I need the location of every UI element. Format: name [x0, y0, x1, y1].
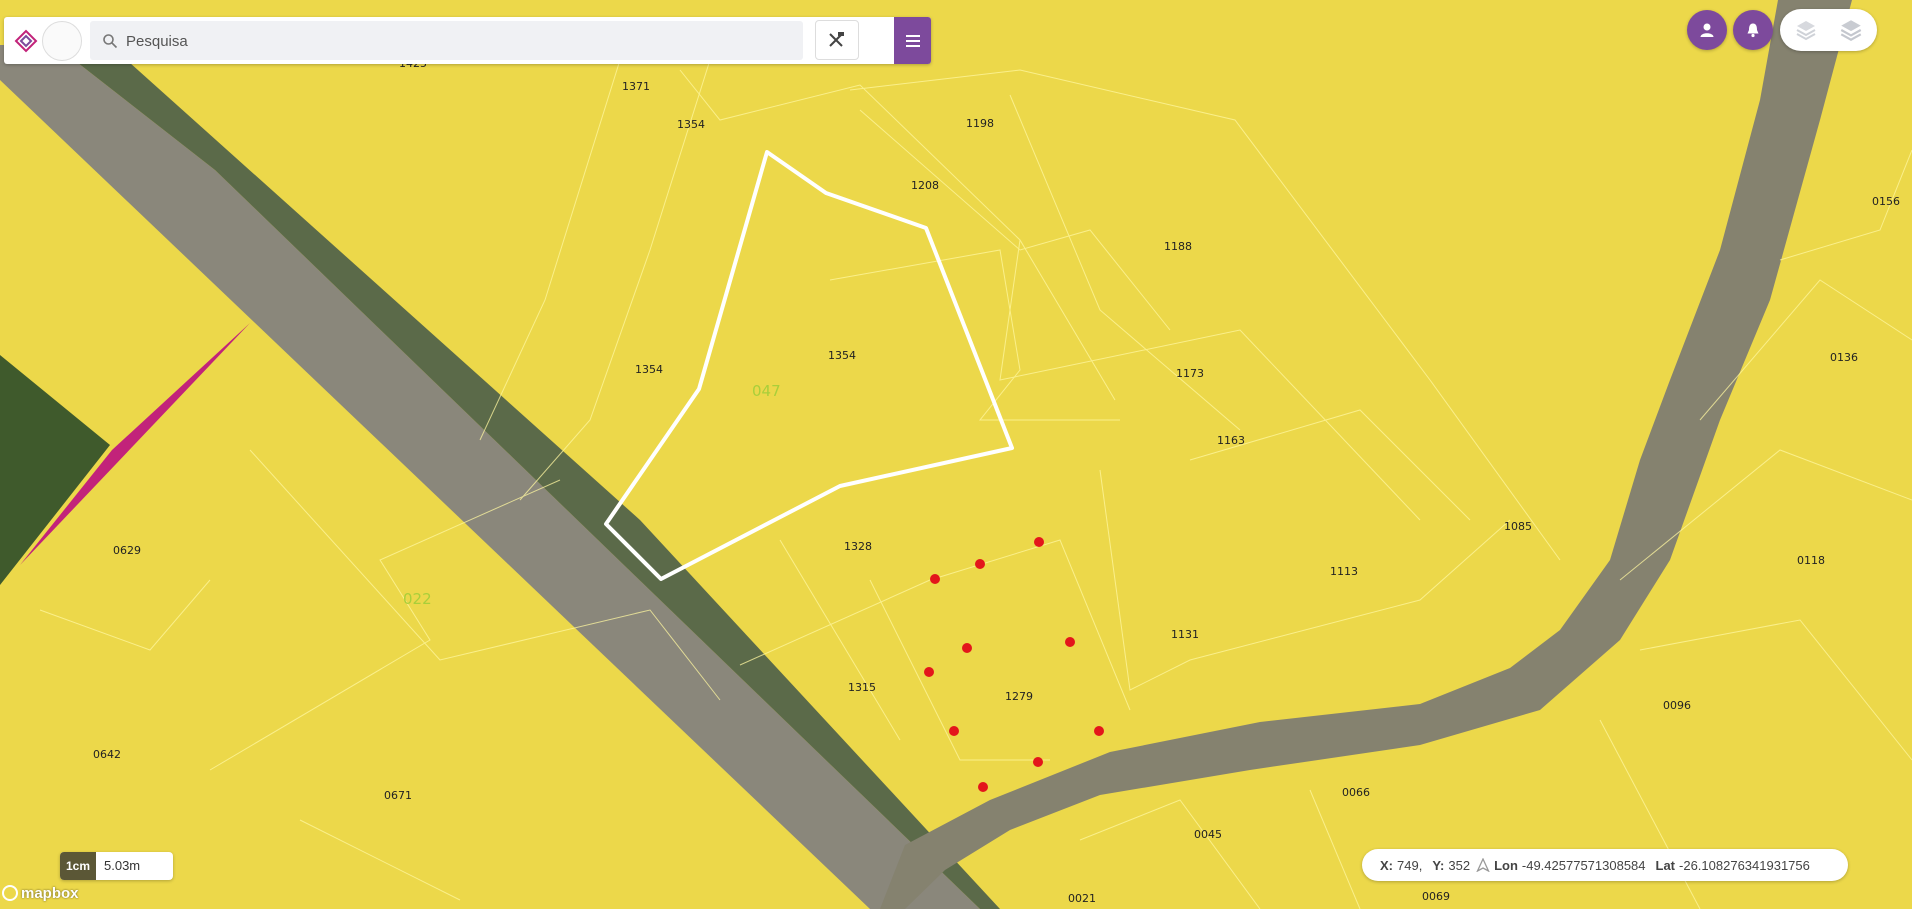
mapbox-logo[interactable]: mapbox [2, 883, 79, 903]
parcel-label: 0021 [1068, 892, 1096, 905]
parcel-label: 0118 [1797, 554, 1825, 567]
search-input[interactable] [124, 21, 788, 62]
north-arrow-icon [1476, 858, 1490, 872]
mapbox-icon [2, 885, 18, 901]
parcel-label: 0671 [384, 789, 412, 802]
parcel-label: 1113 [1330, 565, 1358, 578]
y-label: Y: [1432, 857, 1445, 873]
lon-value: -49.42577571308584 [1521, 857, 1646, 873]
top-toolbar [4, 17, 931, 64]
parcel-label: 1173 [1176, 367, 1204, 380]
tools-button[interactable] [815, 20, 859, 60]
layer-switcher [1780, 9, 1877, 51]
search-box [90, 21, 803, 62]
block-label: 047 [752, 382, 781, 400]
parcel-label: 1371 [622, 80, 650, 93]
x-label: X: [1380, 857, 1393, 873]
parcel-label: 0066 [1342, 786, 1370, 799]
parcel-label: 0045 [1194, 828, 1222, 841]
parcel-label: 0642 [93, 748, 121, 761]
lat-label: Lat [1655, 857, 1676, 873]
search-icon [103, 34, 118, 49]
parcel-label: 0629 [113, 544, 141, 557]
lon-label: Lon [1494, 857, 1518, 873]
app-logo-icon[interactable] [12, 27, 40, 55]
parcel-label: 1328 [844, 540, 872, 553]
y-value: 352 [1448, 857, 1471, 873]
parcel-label: 0136 [1830, 351, 1858, 364]
parcel-label: 1085 [1504, 520, 1532, 533]
parcel-fill [0, 0, 1912, 909]
parcel-label: 1354 [828, 349, 856, 362]
mapbox-wordmark: mapbox [21, 884, 79, 902]
parcel-label: 0156 [1872, 195, 1900, 208]
layers-icon[interactable] [1794, 18, 1818, 42]
parcel-label: 1279 [1005, 690, 1033, 703]
notifications-button[interactable] [1733, 10, 1773, 50]
parcel-label: 1188 [1164, 240, 1192, 253]
coordinates-readout: X: 749, Y: 352 Lon -49.42577571308584 La… [1362, 849, 1848, 881]
parcel-label: 1354 [635, 363, 663, 376]
block-label: 022 [403, 590, 432, 608]
menu-button[interactable] [894, 17, 931, 64]
scale-unit: 1cm [60, 852, 96, 880]
municipality-seal-icon [42, 21, 82, 61]
parcel-label: 0096 [1663, 699, 1691, 712]
scale-bar: 1cm 5.03m [60, 852, 173, 880]
scale-value: 5.03m [104, 858, 141, 873]
user-button[interactable] [1687, 10, 1727, 50]
map-canvas[interactable]: 047 022 1425 1371 1354 1198 1208 1188 13… [0, 0, 1912, 909]
parcel-label: 1208 [911, 179, 939, 192]
parcel-label: 0069 [1422, 890, 1450, 903]
bell-icon [1747, 23, 1759, 38]
tools-icon [829, 32, 844, 47]
x-value: 749, [1397, 857, 1423, 873]
parcel-label: 1315 [848, 681, 876, 694]
menu-icon [906, 35, 920, 47]
layers-icon[interactable] [1838, 17, 1864, 43]
user-icon [1700, 23, 1714, 37]
parcel-label: 1354 [677, 118, 705, 131]
parcel-label: 1131 [1171, 628, 1199, 641]
parcel-label: 1198 [966, 117, 994, 130]
lat-value: -26.108276341931756 [1679, 857, 1810, 873]
parcel-label: 1163 [1217, 434, 1245, 447]
